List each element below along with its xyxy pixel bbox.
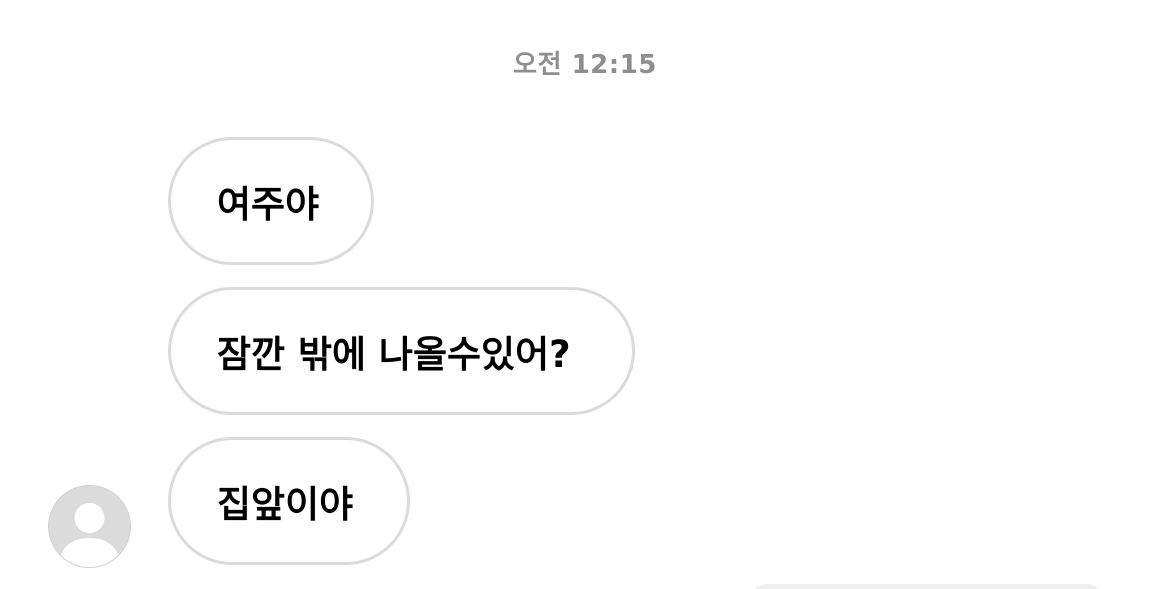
sender-avatar[interactable] <box>48 485 131 568</box>
incoming-message-bubble[interactable]: 집앞이야 <box>168 437 410 565</box>
message-text: 여주야 <box>217 183 320 226</box>
message-text: 잠깐 밖에 나올수있어? <box>217 333 571 376</box>
incoming-message-bubble[interactable]: 잠깐 밖에 나올수있어? <box>168 287 635 415</box>
default-profile-icon <box>49 486 130 567</box>
chat-thread: 오전 12:15 여주야 잠깐 밖에 나올수있어? 집앞이야 <box>0 0 1170 589</box>
incoming-message-bubble[interactable]: 여주야 <box>168 137 374 265</box>
message-text: 집앞이야 <box>217 483 354 526</box>
message-timestamp: 오전 12:15 <box>513 50 657 80</box>
outgoing-message-bubble[interactable] <box>748 584 1106 589</box>
